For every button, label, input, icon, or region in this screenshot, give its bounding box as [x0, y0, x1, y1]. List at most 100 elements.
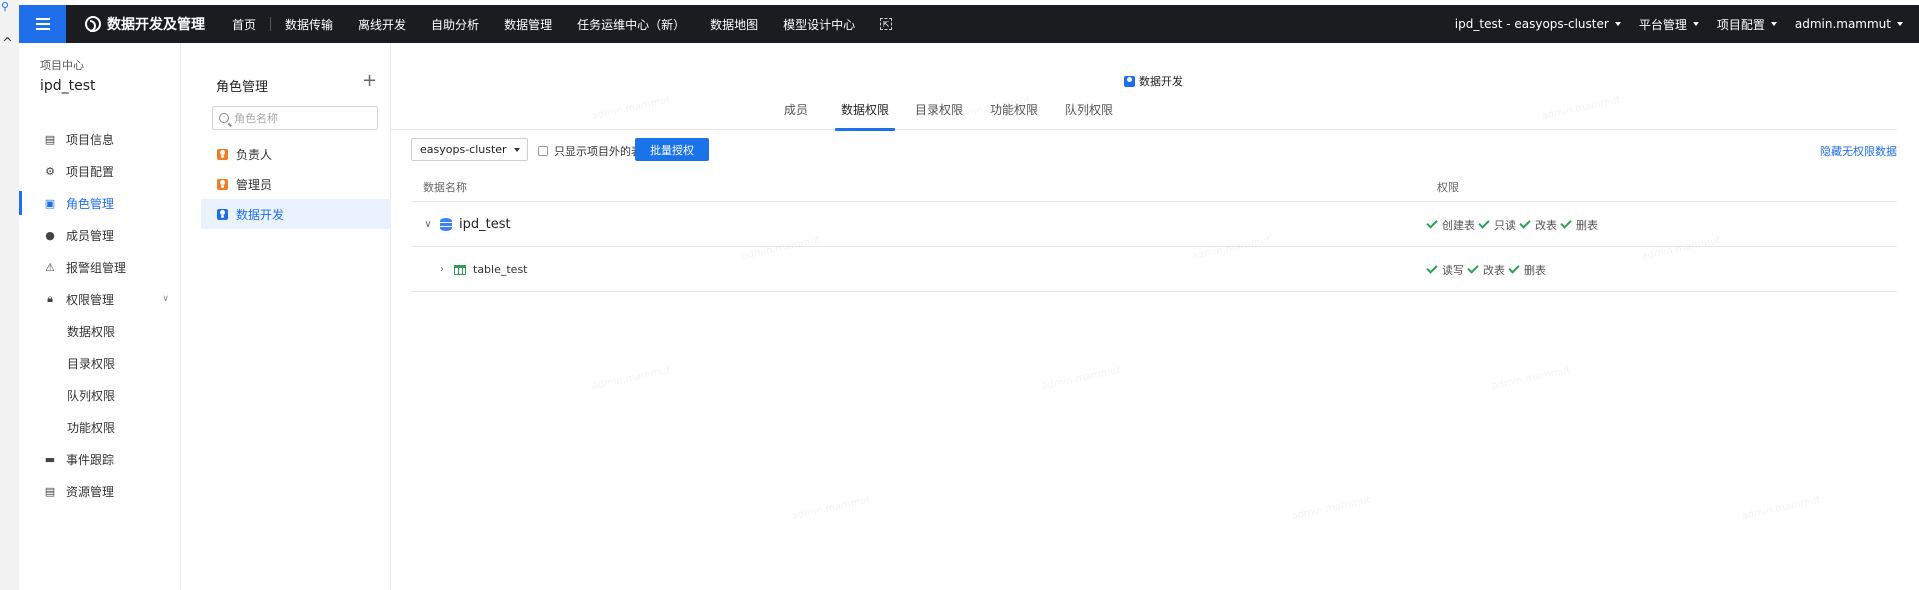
role-icon: ▣ — [44, 196, 56, 210]
cluster-select[interactable]: easyops-cluster — [411, 138, 528, 161]
watermark: admin.mammut — [1490, 364, 1572, 393]
nav-self-analysis[interactable]: 自助分析 — [431, 16, 479, 33]
sidebar-item-project-config[interactable]: ⚙ 项目配置 — [19, 155, 181, 187]
watermark: admin.mammut — [1290, 494, 1372, 523]
table-header: 数据名称 权限 — [411, 174, 1897, 202]
chevron-down-icon — [1897, 22, 1903, 26]
nav-data-transfer[interactable]: 数据传输 — [285, 16, 333, 33]
tab-function-permission[interactable]: 功能权限 — [990, 97, 1038, 130]
hide-no-permission-link[interactable]: 隐藏无权限数据 — [1820, 143, 1897, 159]
sidebar-item-role-management[interactable]: ▣ 角色管理 — [19, 187, 181, 219]
nav-data-management[interactable]: 数据管理 — [504, 16, 552, 33]
add-role-icon[interactable]: + — [362, 71, 377, 91]
sidebar-item-label: 报警组管理 — [66, 260, 127, 275]
nav-data-map[interactable]: 数据地图 — [710, 16, 758, 33]
project-center-label[interactable]: 项目中心 — [40, 57, 84, 73]
toolbar: easyops-cluster 只显示项目外的表 批量授权 隐藏无权限数据 — [411, 138, 1897, 162]
sidebar-item-label: 事件跟踪 — [66, 452, 115, 467]
permission-item: 改表 — [1467, 262, 1505, 278]
role-icon — [1124, 75, 1135, 87]
hamburger-icon — [35, 23, 50, 25]
role-panel: 角色管理 + 负责人 管理员 数据开发 — [181, 43, 391, 590]
checkbox[interactable] — [538, 146, 548, 156]
selected-role-title: 数据开发 — [1139, 75, 1183, 88]
role-item-data-dev[interactable]: 数据开发 — [201, 199, 391, 229]
data-permission-table: 数据名称 权限 ∨ ipd_test 创建表 只读 改表 删表 › table_… — [411, 174, 1897, 292]
permission-item: 删表 — [1560, 217, 1598, 233]
watermark: admin.mammut — [790, 494, 872, 523]
check-icon — [1560, 217, 1572, 229]
top-bar: 数据开发及管理 首页 数据传输 离线开发 自助分析 数据管理 任务运维中心（新）… — [19, 5, 1919, 43]
nav-divider — [270, 17, 272, 31]
column-header-data-name: 数据名称 — [423, 181, 467, 194]
menu-toggle-button[interactable] — [19, 5, 66, 43]
sidebar-item-permission-management[interactable]: 🔒︎ 权限管理 ∨ — [19, 283, 181, 315]
permission-label: 改表 — [1483, 263, 1505, 277]
left-gutter: ⚲ ^ — [0, 0, 19, 590]
row-name: table_test — [473, 263, 528, 276]
chevron-right-icon[interactable]: › — [437, 264, 447, 275]
cluster-dropdown[interactable]: ipd_test - easyops-cluster — [1455, 17, 1621, 31]
sidebar-item-queue-permission[interactable]: 队列权限 — [19, 379, 181, 411]
sidebar-item-member-management[interactable]: ● 成员管理 — [19, 219, 181, 251]
permission-label: 创建表 — [1442, 218, 1475, 232]
fullscreen-icon[interactable]: ⇱ — [880, 18, 893, 30]
user-name: admin.mammut — [1794, 17, 1891, 31]
checkbox-label: 只显示项目外的表 — [554, 145, 642, 158]
brand-title: 数据开发及管理 — [107, 17, 205, 33]
table-row: ∨ ipd_test 创建表 只读 改表 删表 — [411, 202, 1897, 247]
sidebar-item-label: 目录权限 — [67, 356, 116, 371]
platform-dropdown[interactable]: 平台管理 — [1639, 16, 1699, 33]
search-icon — [219, 113, 229, 123]
nav-task-ops[interactable]: 任务运维中心（新） — [577, 16, 685, 33]
sidebar-item-function-permission[interactable]: 功能权限 — [19, 411, 181, 443]
row-name-cell: ∨ ipd_test — [423, 202, 511, 247]
brand[interactable]: 数据开发及管理 — [85, 5, 205, 43]
tab-queue-permission[interactable]: 队列权限 — [1065, 97, 1113, 130]
role-icon — [217, 208, 228, 220]
role-item-owner[interactable]: 负责人 — [201, 139, 391, 169]
sidebar-item-project-info[interactable]: ▤ 项目信息 — [19, 123, 181, 155]
check-icon — [1467, 262, 1479, 274]
sidebar-item-label: 功能权限 — [67, 420, 116, 435]
event-icon: ▬ — [44, 452, 56, 466]
check-icon — [1508, 262, 1520, 274]
tab-data-permission[interactable]: 数据权限 — [834, 97, 896, 131]
sidebar-item-label: 权限管理 — [66, 292, 115, 307]
tab-catalog-permission[interactable]: 目录权限 — [915, 97, 963, 130]
sidebar-item-event-tracking[interactable]: ▬ 事件跟踪 — [19, 443, 181, 475]
user-dropdown[interactable]: admin.mammut — [1795, 17, 1903, 31]
sidebar-item-label: 成员管理 — [66, 228, 115, 243]
sidebar-item-data-permission[interactable]: 数据权限 — [19, 315, 181, 347]
tab-members[interactable]: 成员 — [784, 97, 808, 130]
chevron-down-icon[interactable]: ∨ — [423, 219, 433, 230]
permission-item: 删表 — [1508, 262, 1546, 278]
document-icon: ▤ — [44, 132, 56, 146]
chevron-down-icon — [1614, 22, 1621, 26]
role-item-admin[interactable]: 管理员 — [201, 169, 391, 199]
row-name: ipd_test — [459, 217, 511, 232]
nav-model-design[interactable]: 模型设计中心 — [783, 16, 855, 33]
batch-authorize-button[interactable]: 批量授权 — [635, 138, 709, 161]
cluster-select-value: easyops-cluster — [420, 143, 507, 156]
role-search-box — [212, 106, 378, 130]
collapse-caret-icon[interactable]: ^ — [2, 37, 14, 50]
nav-offline-dev[interactable]: 离线开发 — [358, 16, 406, 33]
sidebar-menu: ▤ 项目信息 ⚙ 项目配置 ▣ 角色管理 ● 成员管理 ⚠ 报警组管理 🔒︎ 权限管理 ∨ 数… — [19, 123, 181, 507]
platform-dropdown-label: 平台管理 — [1638, 17, 1687, 32]
sidebar-item-catalog-permission[interactable]: 目录权限 — [19, 347, 181, 379]
watermark: admin.mammut — [590, 364, 672, 393]
role-search-input[interactable] — [234, 111, 364, 125]
nav-home[interactable]: 首页 — [232, 16, 256, 33]
check-icon — [1426, 217, 1438, 229]
browser-extension-icon[interactable]: ⚲ — [1, 0, 15, 14]
project-config-dropdown[interactable]: 项目配置 — [1717, 16, 1777, 33]
alarm-icon: ⚠ — [45, 260, 55, 274]
outside-tables-checkbox[interactable]: 只显示项目外的表 — [538, 143, 642, 159]
brand-logo-icon — [85, 16, 101, 32]
row-name-cell: › table_test — [437, 247, 527, 292]
permission-label: 改表 — [1535, 218, 1557, 232]
sidebar-item-alarm-group[interactable]: ⚠ 报警组管理 — [19, 251, 181, 283]
sidebar-item-resource-management[interactable]: ▤ 资源管理 — [19, 475, 181, 507]
check-icon — [1478, 217, 1490, 229]
